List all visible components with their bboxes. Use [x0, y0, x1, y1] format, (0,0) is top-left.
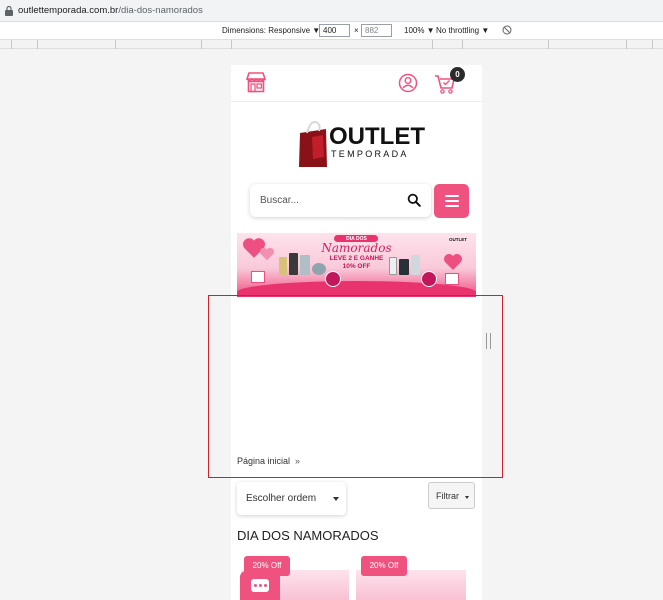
chat-dot — [264, 584, 267, 587]
dimension-separator: × — [354, 26, 359, 35]
perfume-bottle — [389, 257, 397, 275]
perfume-bottle — [399, 259, 409, 275]
url-path: /dia-dos-namorados — [118, 5, 203, 16]
browser-url-bar[interactable]: outlettemporada.com.br/dia-dos-namorados — [0, 0, 663, 22]
highlight-box — [208, 295, 503, 478]
height-input[interactable]: 882 — [361, 24, 392, 37]
site-logo[interactable]: OUTLET TEMPORADA — [297, 119, 425, 169]
perfume-bottle — [279, 257, 287, 275]
zoom-dropdown[interactable]: 100% ▼ — [404, 26, 435, 35]
perfume-bottle — [289, 253, 298, 275]
user-account-icon[interactable] — [398, 73, 418, 93]
menu-bar — [445, 195, 459, 197]
logo-word-outlet: OUTLET — [329, 123, 425, 150]
menu-bar — [445, 200, 459, 202]
perfume-bottle — [300, 255, 310, 275]
search-icon[interactable] — [407, 193, 421, 207]
chevron-down-icon — [333, 497, 339, 501]
chat-button[interactable] — [240, 571, 280, 600]
width-input[interactable]: 400 — [319, 24, 350, 37]
device-toolbar: Dimensions: Responsive ▼ 400 × 882 100% … — [0, 22, 663, 40]
search-input[interactable]: Buscar... — [260, 195, 299, 206]
menu-button[interactable] — [434, 184, 469, 218]
media-query-ruler — [0, 40, 663, 49]
promo-banner[interactable]: DIA DOS Namorados LEVE 2 E GANHE 10% OFF… — [237, 233, 476, 297]
url-text[interactable]: outlettemporada.com.br/dia-dos-namorados — [18, 5, 203, 16]
discount-badge: 20% Off — [361, 556, 407, 576]
menu-bar — [445, 205, 459, 207]
logo-word-temporada: TEMPORADA — [331, 149, 409, 159]
url-host: outlettemporada.com.br — [18, 5, 119, 16]
store-icon[interactable] — [245, 71, 267, 93]
sort-label: Escolher ordem — [246, 493, 317, 504]
filter-button[interactable]: Filtrar — [428, 482, 475, 509]
lock-icon — [5, 5, 13, 16]
chat-dot — [254, 584, 257, 587]
heart-icon — [260, 247, 274, 261]
page-title: DIA DOS NAMORADOS — [237, 528, 379, 543]
chat-dot — [259, 584, 262, 587]
heart-icon — [444, 254, 462, 270]
throttling-dropdown[interactable]: No throttling ▼ — [436, 26, 489, 35]
dimensions-dropdown[interactable]: Dimensions: Responsive ▼ — [222, 26, 320, 35]
gift-box — [445, 273, 459, 285]
gift-box — [251, 271, 265, 283]
banner-line-discount: 10% OFF — [342, 263, 371, 270]
cart-count-badge: 0 — [450, 67, 465, 82]
rotate-icon[interactable] — [502, 25, 512, 35]
banner-brand: OUTLET — [449, 237, 467, 242]
price-badge — [421, 271, 437, 287]
chevron-down-icon — [465, 496, 469, 499]
perfume-bottle — [312, 263, 326, 275]
logo-bag-icon — [299, 120, 327, 167]
price-badge — [325, 271, 341, 287]
site-header: 0 — [231, 65, 482, 102]
search-box[interactable]: Buscar... — [250, 184, 431, 217]
perfume-bottle — [411, 255, 420, 275]
filter-label: Filtrar — [436, 491, 459, 501]
sort-dropdown[interactable]: Escolher ordem — [237, 482, 346, 515]
